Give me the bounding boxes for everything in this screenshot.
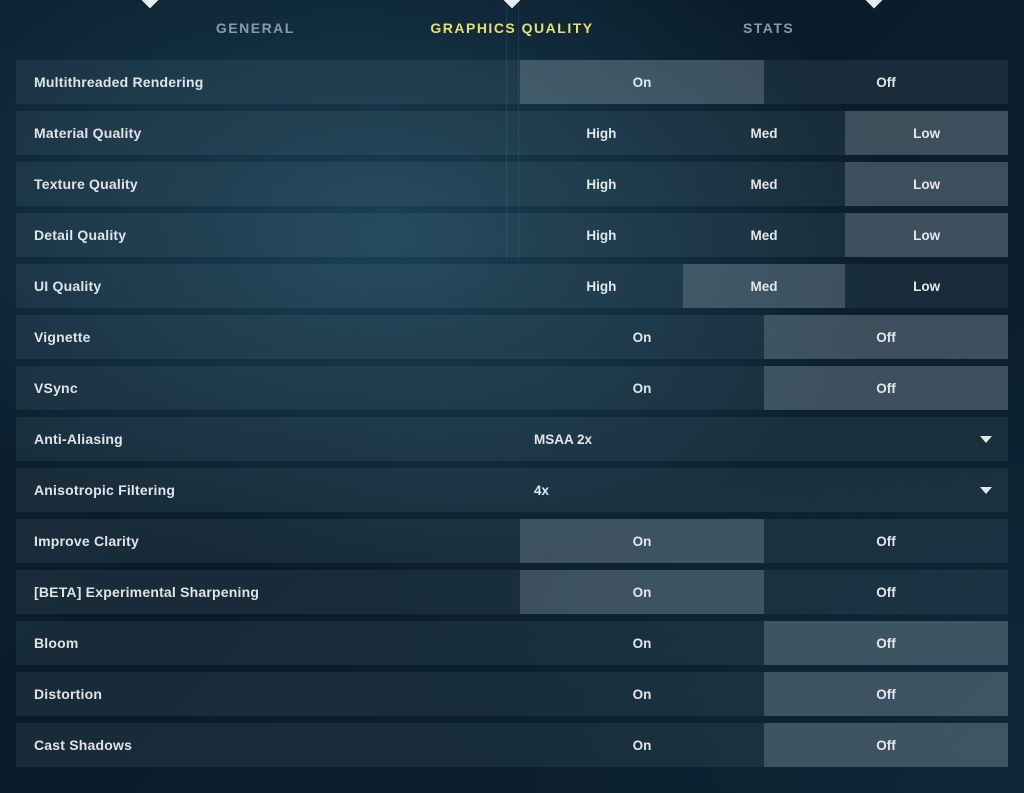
- option-off[interactable]: Off: [764, 723, 1008, 767]
- option-on[interactable]: On: [520, 672, 764, 716]
- tab-graphics-quality[interactable]: GRAPHICS QUALITY: [430, 20, 593, 36]
- chevron-down-icon: [980, 487, 992, 494]
- setting-controls: OnOff: [520, 723, 1008, 767]
- tab-stats[interactable]: STATS: [704, 20, 834, 36]
- setting-row-sharpen: [BETA] Experimental SharpeningOnOff: [16, 570, 1008, 614]
- setting-label: Distortion: [16, 672, 520, 716]
- setting-label: Anisotropic Filtering: [16, 468, 520, 512]
- setting-row-clarity: Improve ClarityOnOff: [16, 519, 1008, 563]
- setting-controls: OnOff: [520, 366, 1008, 410]
- option-off[interactable]: Off: [764, 60, 1008, 104]
- option-off[interactable]: Off: [764, 366, 1008, 410]
- graphics-settings-list: Multithreaded RenderingOnOffMaterial Qua…: [0, 60, 1024, 790]
- setting-row-vsync: VSyncOnOff: [16, 366, 1008, 410]
- option-off[interactable]: Off: [764, 315, 1008, 359]
- option-med[interactable]: Med: [683, 111, 846, 155]
- setting-label: Multithreaded Rendering: [16, 60, 520, 104]
- option-low[interactable]: Low: [845, 162, 1008, 206]
- option-med[interactable]: Med: [683, 162, 846, 206]
- setting-row-multithreaded: Multithreaded RenderingOnOff: [16, 60, 1008, 104]
- option-on[interactable]: On: [520, 570, 764, 614]
- setting-row-material: Material QualityHighMedLow: [16, 111, 1008, 155]
- setting-row-shadows: Cast ShadowsOnOff: [16, 723, 1008, 767]
- tab-general[interactable]: GENERAL: [190, 20, 320, 36]
- setting-label: Cast Shadows: [16, 723, 520, 767]
- setting-row-ui: UI QualityHighMedLow: [16, 264, 1008, 308]
- dropdown-aa[interactable]: MSAA 2x: [520, 417, 1008, 461]
- option-off[interactable]: Off: [764, 672, 1008, 716]
- setting-label: [BETA] Experimental Sharpening: [16, 570, 520, 614]
- setting-controls: OnOff: [520, 60, 1008, 104]
- setting-controls: HighMedLow: [520, 264, 1008, 308]
- setting-label: VSync: [16, 366, 520, 410]
- chevron-down-icon: [980, 436, 992, 443]
- setting-row-vignette: VignetteOnOff: [16, 315, 1008, 359]
- setting-label: Material Quality: [16, 111, 520, 155]
- setting-row-detail: Detail QualityHighMedLow: [16, 213, 1008, 257]
- setting-controls: OnOff: [520, 672, 1008, 716]
- settings-tab-strip: GENERAL GRAPHICS QUALITY STATS: [0, 0, 1024, 60]
- option-low[interactable]: Low: [845, 111, 1008, 155]
- option-high[interactable]: High: [520, 213, 683, 257]
- dropdown-aniso[interactable]: 4x: [520, 468, 1008, 512]
- setting-controls: HighMedLow: [520, 162, 1008, 206]
- option-low[interactable]: Low: [845, 264, 1008, 308]
- setting-controls: OnOff: [520, 519, 1008, 563]
- setting-label: Improve Clarity: [16, 519, 520, 563]
- setting-controls: HighMedLow: [520, 111, 1008, 155]
- setting-controls: OnOff: [520, 315, 1008, 359]
- setting-label: Anti-Aliasing: [16, 417, 520, 461]
- dropdown-value: 4x: [534, 483, 549, 498]
- setting-controls: HighMedLow: [520, 213, 1008, 257]
- setting-row-distortion: DistortionOnOff: [16, 672, 1008, 716]
- setting-row-bloom: BloomOnOff: [16, 621, 1008, 665]
- option-on[interactable]: On: [520, 621, 764, 665]
- option-off[interactable]: Off: [764, 519, 1008, 563]
- option-off[interactable]: Off: [764, 570, 1008, 614]
- setting-controls: 4x: [520, 468, 1008, 512]
- setting-row-aniso: Anisotropic Filtering 4x: [16, 468, 1008, 512]
- option-high[interactable]: High: [520, 264, 683, 308]
- setting-controls: OnOff: [520, 621, 1008, 665]
- option-off[interactable]: Off: [764, 621, 1008, 665]
- setting-row-aa: Anti-Aliasing MSAA 2x: [16, 417, 1008, 461]
- setting-label: Vignette: [16, 315, 520, 359]
- option-on[interactable]: On: [520, 723, 764, 767]
- setting-controls: MSAA 2x: [520, 417, 1008, 461]
- setting-row-texture: Texture QualityHighMedLow: [16, 162, 1008, 206]
- option-high[interactable]: High: [520, 162, 683, 206]
- setting-label: Bloom: [16, 621, 520, 665]
- setting-controls: OnOff: [520, 570, 1008, 614]
- setting-label: UI Quality: [16, 264, 520, 308]
- dropdown-value: MSAA 2x: [534, 432, 592, 447]
- option-med[interactable]: Med: [683, 264, 846, 308]
- setting-label: Texture Quality: [16, 162, 520, 206]
- option-on[interactable]: On: [520, 60, 764, 104]
- option-low[interactable]: Low: [845, 213, 1008, 257]
- option-on[interactable]: On: [520, 366, 764, 410]
- option-on[interactable]: On: [520, 519, 764, 563]
- option-high[interactable]: High: [520, 111, 683, 155]
- option-med[interactable]: Med: [683, 213, 846, 257]
- setting-label: Detail Quality: [16, 213, 520, 257]
- option-on[interactable]: On: [520, 315, 764, 359]
